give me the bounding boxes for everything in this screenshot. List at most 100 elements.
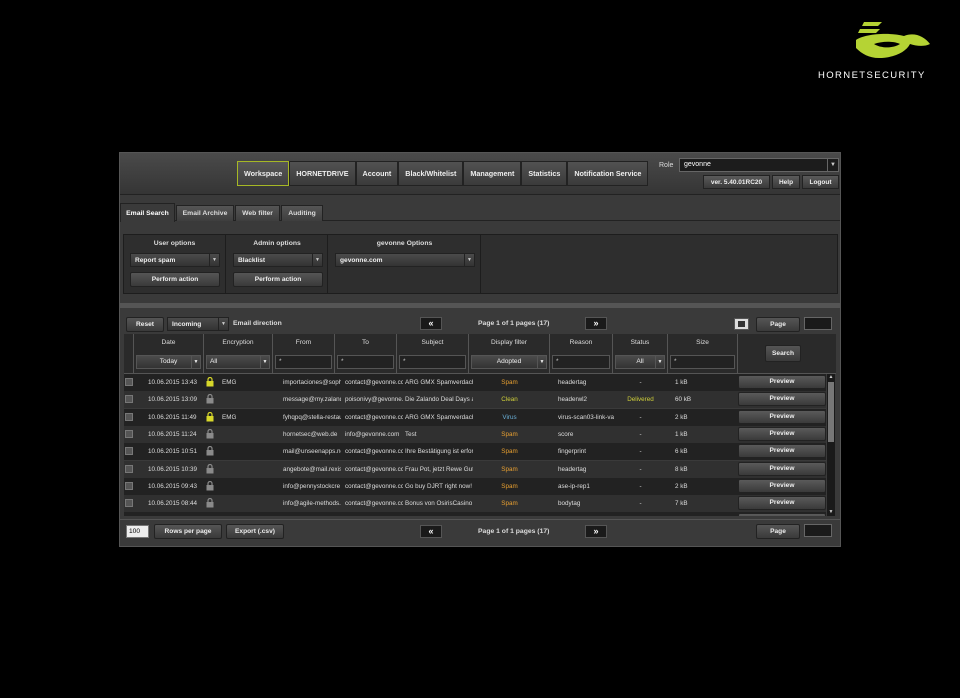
cell-subject: ARG GMX Spamverdach (405, 413, 473, 421)
user-action-select[interactable]: Report spam ▼ (130, 253, 220, 267)
footer-prev-page-button[interactable]: « (420, 525, 442, 538)
column-title-from[interactable]: From (273, 339, 334, 346)
row-checkbox[interactable] (125, 378, 133, 386)
display-filter-select[interactable]: Adopted ▼ (471, 355, 547, 369)
preview-button[interactable]: Preview (738, 375, 826, 389)
table-row[interactable]: 10.06.2015 13:09 message@my.zaland poisoni… (124, 391, 826, 409)
page-button[interactable]: Page (756, 317, 800, 332)
column-title-status[interactable]: Status (613, 339, 667, 346)
column-title-to[interactable]: To (335, 339, 396, 346)
version-button[interactable]: ver. 5.40.01RC20 (703, 175, 770, 189)
preview-button[interactable]: Preview (738, 461, 826, 476)
domain-select[interactable]: gevonne.com ▼ (335, 253, 475, 267)
preview-button[interactable]: Preview (738, 409, 826, 424)
nav-tab-hornetdrive[interactable]: HORNETDRIVE (289, 161, 356, 186)
scroll-down-icon[interactable]: ▼ (827, 509, 835, 516)
row-checkbox[interactable] (125, 429, 133, 438)
column-settings-icon[interactable] (734, 318, 749, 330)
export-csv-button[interactable]: Export (.csv) (226, 524, 284, 539)
column-title-display-filter[interactable]: Display filter (469, 339, 549, 346)
chevron-down-icon[interactable]: ▼ (191, 356, 200, 368)
to-filter-input[interactable]: * (337, 355, 394, 369)
admin-action-select[interactable]: Blacklist ▼ (233, 253, 323, 267)
table-row[interactable]: 10.06.2015 09:43 info@pennystockcre contac… (124, 477, 826, 495)
encryption-filter-select[interactable]: All ▼ (206, 355, 270, 369)
chevron-down-icon[interactable]: ▼ (218, 318, 228, 330)
table-row[interactable]: 10.06.2015 13:43 EMG importaciones@soph con… (124, 374, 826, 391)
logout-button[interactable]: Logout (802, 175, 839, 189)
row-checkbox[interactable] (125, 412, 133, 421)
cell-from: fyhqpq@stella-restau (283, 413, 341, 421)
footer-page-button[interactable]: Page (756, 524, 800, 539)
row-checkbox[interactable] (125, 464, 133, 473)
column-title-date[interactable]: Date (134, 339, 203, 346)
nav-tab-management[interactable]: Management (463, 161, 522, 186)
main-nav-tabs: Workspace HORNETDRIVE Account Black/Whit… (237, 161, 649, 186)
cell-subject: Frau Pot, jetzt Rewe Gut (405, 465, 473, 473)
row-checkbox[interactable] (125, 481, 133, 490)
subject-filter-input[interactable]: * (399, 355, 466, 369)
table-row[interactable]: 10.06.2015 08:44 info@agile-methods.r cont… (124, 495, 826, 513)
nav-tab-workspace[interactable]: Workspace (237, 161, 290, 186)
row-checkbox[interactable] (125, 395, 133, 404)
footer-next-page-button[interactable]: » (585, 525, 607, 538)
preview-button[interactable]: Preview (738, 478, 826, 493)
status-filter-value: All (636, 358, 644, 365)
chevron-down-icon[interactable]: ▼ (464, 254, 474, 266)
scroll-up-icon[interactable]: ▲ (827, 374, 835, 381)
column-title-reason[interactable]: Reason (550, 339, 612, 346)
table-row[interactable]: 10.06.2015 10:39 angebote@mail.rexis conta… (124, 460, 826, 478)
tab-auditing[interactable]: Auditing (281, 205, 323, 221)
prev-page-button[interactable]: « (420, 317, 442, 330)
page-number-input[interactable] (804, 317, 832, 330)
admin-perform-action-button[interactable]: Perform action (233, 272, 323, 287)
size-filter-input[interactable]: * (670, 355, 735, 369)
nav-tab-black-whitelist[interactable]: Black/Whitelist (398, 161, 464, 186)
preview-button[interactable]: Preview (738, 513, 826, 516)
scrollbar-thumb[interactable] (828, 382, 834, 442)
column-title-size[interactable]: Size (668, 339, 737, 346)
tab-email-archive[interactable]: Email Archive (176, 205, 234, 221)
preview-button[interactable]: Preview (738, 444, 826, 459)
help-button[interactable]: Help (772, 175, 800, 189)
next-page-button[interactable]: » (585, 317, 607, 330)
email-direction-value: Incoming (172, 321, 202, 328)
email-direction-select[interactable]: Incoming ▼ (167, 317, 229, 331)
date-filter-select[interactable]: Today ▼ (136, 355, 201, 369)
cell-status: Delivered (627, 396, 654, 404)
tab-web-filter[interactable]: Web filter (235, 205, 280, 221)
nav-tab-notification-service[interactable]: Notification Service (567, 161, 649, 186)
table-row[interactable]: 10.06.2015 11:24 hornetsec@web.de info@gev… (124, 425, 826, 443)
preview-button[interactable]: Preview (738, 496, 826, 511)
nav-tab-statistics[interactable]: Statistics (521, 161, 568, 186)
role-select[interactable]: gevonne ▼ (679, 158, 839, 172)
rows-per-page-input[interactable]: 100 (126, 525, 149, 538)
lock-closed-icon (206, 411, 214, 422)
footer-page-number-input[interactable] (804, 524, 832, 537)
table-row[interactable]: 10.06.2015 11:49 EMG fyhqpq@stella-restau c… (124, 408, 826, 426)
row-checkbox[interactable] (125, 499, 133, 508)
from-filter-input[interactable]: * (275, 355, 332, 369)
preview-button[interactable]: Preview (738, 426, 826, 441)
chevron-down-icon[interactable]: ▼ (209, 254, 219, 266)
row-checkbox[interactable] (125, 447, 133, 456)
search-button[interactable]: Search (765, 345, 801, 362)
status-filter-select[interactable]: All ▼ (615, 355, 665, 369)
chevron-down-icon[interactable]: ▼ (312, 254, 322, 266)
reason-filter-input[interactable]: * (552, 355, 610, 369)
column-title-subject[interactable]: Subject (397, 339, 468, 346)
chevron-down-icon[interactable]: ▼ (655, 356, 664, 368)
reset-button[interactable]: Reset (126, 317, 164, 332)
preview-button[interactable]: Preview (738, 392, 826, 407)
column-title-encryption[interactable]: Encryption (204, 339, 272, 346)
table-row[interactable]: 10.06.2015 10:51 mail@unseenapps.ne contac… (124, 443, 826, 461)
rows-per-page-button[interactable]: Rows per page (154, 524, 222, 539)
table-row[interactable]: Preview (124, 512, 826, 516)
user-perform-action-button[interactable]: Perform action (130, 272, 220, 287)
chevron-down-icon[interactable]: ▼ (537, 356, 546, 368)
nav-tab-account[interactable]: Account (355, 161, 399, 186)
tab-email-search[interactable]: Email Search (120, 203, 175, 222)
grid-scrollbar[interactable]: ▲ ▼ (827, 374, 835, 516)
chevron-down-icon[interactable]: ▼ (260, 356, 269, 368)
chevron-down-icon[interactable]: ▼ (827, 159, 838, 171)
